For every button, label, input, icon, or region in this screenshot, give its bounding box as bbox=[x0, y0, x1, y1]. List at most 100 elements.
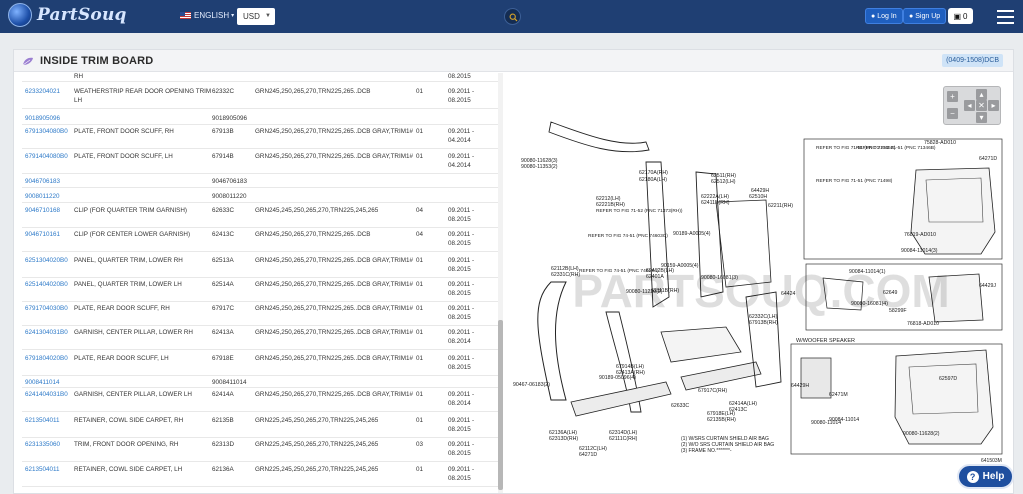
part-number-link[interactable]: 6233204021 bbox=[25, 87, 60, 96]
part-number-link[interactable]: 9008411014 bbox=[25, 378, 60, 387]
table-row[interactable]: 9018905096 9018905096 bbox=[22, 112, 500, 125]
diagram-part-label[interactable]: 64429J bbox=[979, 283, 996, 289]
diagram-part-label[interactable]: 64271D bbox=[979, 156, 997, 162]
table-row[interactable]: 6251404020B0 PANEL, QUARTER TRIM, LOWER L… bbox=[22, 278, 500, 302]
part-number-link[interactable]: 6251304020B0 bbox=[25, 256, 68, 265]
login-button[interactable]: ● Log In bbox=[865, 8, 903, 24]
pan-up-button[interactable]: ▴ bbox=[976, 89, 987, 100]
pan-right-button[interactable]: ▸ bbox=[988, 100, 999, 111]
quantity: 01 bbox=[416, 88, 424, 95]
diagram-part-label[interactable]: 62512(LH) bbox=[711, 179, 736, 185]
table-row[interactable]: 9046710161 CLIP (FOR CENTER LOWER GARNISH… bbox=[22, 228, 500, 252]
page-title: INSIDE TRIM BOARD bbox=[40, 55, 154, 67]
language-selector[interactable]: ENGLISH ▾ bbox=[180, 11, 234, 20]
diagram-part-label[interactable]: 62180A(LH) bbox=[639, 177, 667, 183]
currency-select[interactable]: USD ▼ bbox=[237, 8, 275, 25]
diagram-part-label[interactable]: 62597D bbox=[939, 376, 957, 382]
logo[interactable]: PartSouq bbox=[8, 3, 127, 27]
help-button[interactable]: ? Help bbox=[957, 464, 1014, 489]
diagram-part-label[interactable]: 62221B(RH) bbox=[596, 202, 625, 208]
part-number-link[interactable]: 6251404020B0 bbox=[25, 280, 68, 289]
table-row[interactable]: 6231335060 TRIM, FRONT DOOR OPENING, RH 62… bbox=[22, 438, 500, 462]
zoom-in-button[interactable]: + bbox=[947, 91, 958, 102]
table-row[interactable]: 6233204021 WEATHERSTRIP REAR DOOR OPENING… bbox=[22, 85, 500, 109]
diagram-part-label[interactable]: 62633C bbox=[671, 403, 689, 409]
leaf-icon bbox=[22, 57, 33, 66]
part-name: PANEL, QUARTER TRIM, LOWER RH bbox=[74, 257, 183, 264]
signup-button[interactable]: ● Sign Up bbox=[903, 8, 947, 24]
part-code: 67914B bbox=[212, 153, 234, 160]
date-range: 09.2011 - 08.2015 bbox=[448, 88, 475, 104]
diagram-part-label[interactable]: 62313D(RH) bbox=[549, 436, 578, 442]
diagram-part-label[interactable]: 67913B(RH) bbox=[749, 320, 778, 326]
search-button[interactable] bbox=[504, 8, 521, 25]
diagram-part-label[interactable]: 62471M bbox=[829, 392, 848, 398]
part-number-link[interactable]: 6213504011 bbox=[25, 416, 60, 425]
part-number-link[interactable]: 6241304031B0 bbox=[25, 328, 68, 337]
diagram-part-label[interactable]: 90084-11014(3) bbox=[901, 248, 938, 254]
table-row[interactable]: 6251304020B0 PANEL, QUARTER TRIM, LOWER R… bbox=[22, 254, 500, 278]
quantity: 01 bbox=[416, 329, 424, 336]
diagram-part-label[interactable]: 62170A(RH) bbox=[639, 170, 668, 176]
table-row[interactable]: 6791804020B0 PLATE, REAR DOOR SCUFF, LH 67… bbox=[22, 352, 500, 376]
part-number-link[interactable]: 6231335060 bbox=[25, 440, 60, 449]
diagram-part-label[interactable]: 64271D bbox=[579, 452, 597, 458]
table-row[interactable]: 9008411014 9008411014 bbox=[22, 376, 500, 388]
diagram-part-label[interactable]: 90080-11353(2) bbox=[521, 164, 558, 170]
menu-button[interactable] bbox=[997, 10, 1014, 28]
part-number-link[interactable]: 9046710168 bbox=[25, 206, 60, 215]
cart-button[interactable]: ▣ 0 bbox=[948, 8, 973, 24]
date-range: 09.2011 - 08.2015 bbox=[448, 231, 475, 247]
table-scrollbar[interactable] bbox=[498, 73, 503, 493]
diagram-part-label[interactable]: 64429H bbox=[791, 383, 809, 389]
diagram-part-label[interactable]: 76819-AD010 bbox=[904, 232, 936, 238]
parts-diagram[interactable]: 62170A(RH)62180A(LH)62511(RH)62512(LH)64… bbox=[511, 82, 1009, 466]
table-row[interactable]: 9046706183 9046706183 bbox=[22, 175, 500, 188]
diagram-part-label[interactable]: 62111C(RH) bbox=[609, 436, 638, 442]
part-number-link[interactable]: 9008011220 bbox=[25, 192, 60, 201]
pan-down-button[interactable]: ▾ bbox=[976, 112, 987, 123]
table-row[interactable]: 6213504011 RETAINER, COWL SIDE CARPET, LH… bbox=[22, 463, 500, 487]
part-name: TRIM, FRONT DOOR OPENING, RH bbox=[74, 441, 179, 448]
diagram-part-label[interactable]: 90189-05096(4) bbox=[599, 375, 636, 381]
hamburger-line bbox=[997, 22, 1014, 24]
diagram-part-label[interactable]: 62510H bbox=[749, 194, 767, 200]
reset-view-button[interactable]: ✕ bbox=[976, 100, 987, 111]
scrollbar-thumb[interactable] bbox=[498, 320, 503, 490]
table-row[interactable]: 6241304031B0 GARNISH, CENTER PILLAR, LOWE… bbox=[22, 326, 500, 350]
diagram-part-label[interactable]: 62135B(RH) bbox=[707, 417, 736, 423]
table-row[interactable]: RH 08.2015 bbox=[22, 73, 500, 82]
quantity: 01 bbox=[416, 153, 424, 160]
diagram-part-label[interactable]: 62211(RH) bbox=[768, 203, 793, 209]
part-number-link[interactable]: 6241404031B0 bbox=[25, 390, 68, 399]
diagram-part-label[interactable]: 90080-11628(2) bbox=[903, 431, 940, 437]
diagram-part-label[interactable]: 90467-06183(2) bbox=[513, 382, 550, 388]
diagram-part-label[interactable]: 90189-A0005(4) bbox=[673, 231, 711, 237]
pan-left-button[interactable]: ◂ bbox=[964, 100, 975, 111]
model-applicability: GRN245,250,265,270,TRN225,265..DCB GRAY,… bbox=[255, 355, 413, 362]
part-number-link[interactable]: 9046706183 bbox=[25, 177, 60, 186]
part-number-link[interactable]: 6213504011 bbox=[25, 465, 60, 474]
watermark: PARTSOUQ.COM bbox=[572, 265, 949, 317]
table-row[interactable]: 6791404080B0 PLATE, FRONT DOOR SCUFF, LH 6… bbox=[22, 150, 500, 174]
diagram-part-label[interactable]: 90080-11014 bbox=[811, 420, 841, 426]
part-number-link[interactable]: 6791304080B0 bbox=[25, 127, 68, 136]
model-applicability: GRN245,250,265,270,TRN225,265..DCB bbox=[255, 88, 371, 95]
diagram-part-label[interactable]: 67917C(RH) bbox=[698, 388, 727, 394]
zoom-out-button[interactable]: − bbox=[947, 108, 958, 119]
table-row[interactable]: 9008011220 9008011220 bbox=[22, 190, 500, 203]
diagram-part-label[interactable]: 62411B(RH) bbox=[701, 200, 730, 206]
part-number-link[interactable]: 6791404080B0 bbox=[25, 152, 68, 161]
part-number-link[interactable]: 6791704030B0 bbox=[25, 304, 68, 313]
table-row[interactable]: 6791304080B0 PLATE, FRONT DOOR SCUFF, RH 6… bbox=[22, 125, 500, 149]
diagram-part-label[interactable]: 76818-AD010 bbox=[907, 321, 939, 327]
part-number-link[interactable]: 9046710161 bbox=[25, 230, 60, 239]
model-applicability: GRN245,250,265,270,TRN225,265..DCB GRAY,… bbox=[255, 128, 413, 135]
table-row[interactable]: 6213504011 RETAINER, COWL SIDE CARPET, RH… bbox=[22, 414, 500, 438]
table-row[interactable]: 6241404031B0 GARNISH, CENTER PILLAR, LOWE… bbox=[22, 388, 500, 412]
diagram-refer-label: REFER TO FIG 71-51 (PNC 71346B) bbox=[856, 145, 936, 151]
part-number-link[interactable]: 6791804020B0 bbox=[25, 354, 68, 363]
table-row[interactable]: 6791704030B0 PLATE, REAR DOOR SCUFF, RH 67… bbox=[22, 302, 500, 326]
part-number-link[interactable]: 9018905096 bbox=[25, 114, 60, 123]
table-row[interactable]: 9046710168 CLIP (FOR QUARTER TRIM GARNISH… bbox=[22, 204, 500, 228]
